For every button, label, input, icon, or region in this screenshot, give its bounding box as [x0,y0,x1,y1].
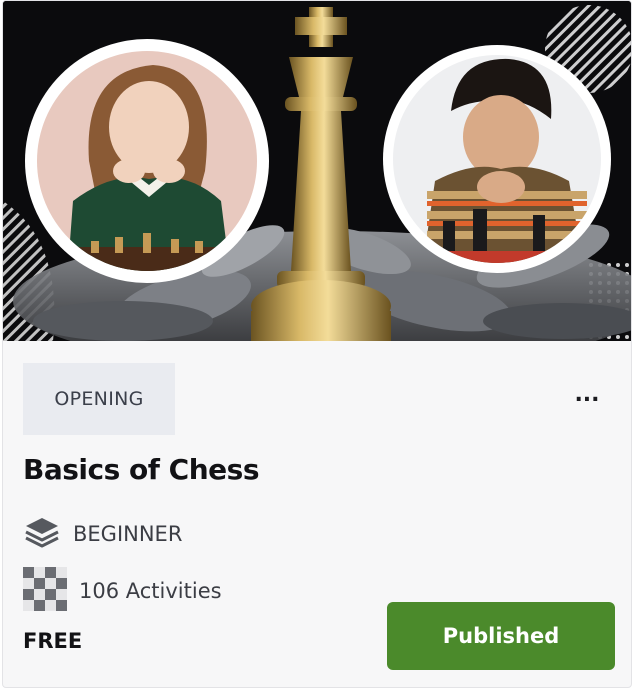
chessboard-icon [23,567,67,615]
course-level: BEGINNER [23,513,182,555]
course-cover-image [3,1,631,341]
published-status-button[interactable]: Published [387,602,615,670]
category-tag: OPENING [23,363,175,435]
more-options-button[interactable]: ... [569,379,605,409]
more-horizontal-icon: ... [574,381,600,407]
course-card[interactable]: OPENING ... Basics of Chess BEGINNER 106… [2,0,632,688]
course-level-label: BEGINNER [73,522,183,546]
course-title[interactable]: Basics of Chess [23,453,259,486]
activities-count: 106 Activities [79,579,222,603]
course-activities: 106 Activities [23,567,222,615]
course-price: FREE [23,629,83,653]
layers-icon [23,513,61,555]
